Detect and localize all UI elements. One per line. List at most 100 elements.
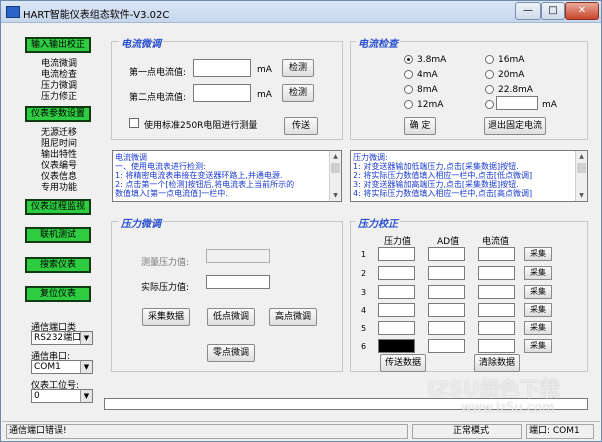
row-number: 6	[361, 342, 367, 351]
search-instrument-button[interactable]: 搜索仪表	[25, 257, 91, 273]
row-collect-button[interactable]: 采集	[524, 266, 552, 280]
row-collect-button[interactable]: 采集	[524, 321, 552, 335]
current-cell[interactable]	[478, 321, 515, 335]
send-data-button[interactable]: 传送数据	[380, 354, 426, 372]
chevron-down-icon[interactable]: ▼	[80, 332, 92, 344]
exit-fixed-current-button[interactable]: 退出固定电流	[484, 117, 546, 135]
scroll-up-icon[interactable]: ▲	[330, 151, 341, 162]
pressure-cell[interactable]	[378, 247, 415, 261]
sidebar-item-output-characteristic[interactable]: 输出特性	[41, 150, 77, 161]
collect-data-button[interactable]: 采集数据	[142, 308, 190, 326]
help-line: 一、使用电流表进行检测:	[115, 162, 206, 171]
help-scrollbar[interactable]: ▲ ▼	[575, 151, 587, 201]
point2-label: 第二点电流值:	[129, 93, 187, 103]
io-calibration-button[interactable]: 输入输出校正	[25, 37, 91, 53]
scroll-thumb[interactable]	[577, 163, 586, 173]
radio-16ma[interactable]	[485, 55, 494, 64]
ad-cell[interactable]	[428, 247, 465, 261]
confirm-button[interactable]: 确 定	[404, 117, 436, 135]
point2-detect-button[interactable]: 检测	[282, 84, 314, 102]
sidebar-item-pressure-correct[interactable]: 压力修正	[41, 92, 77, 103]
pressure-cell[interactable]	[378, 285, 415, 299]
minimize-button[interactable]: —	[515, 2, 541, 20]
actual-pressure-label: 实际压力值:	[141, 283, 190, 293]
help-line: 数值填入[第一点电流值]一栏中.	[115, 189, 228, 198]
col-ad-header: AD值	[437, 237, 460, 247]
custom-current-input[interactable]	[496, 96, 538, 110]
row-number: 2	[361, 269, 367, 278]
sidebar-item-damping-time[interactable]: 阻尼时间	[41, 139, 77, 150]
resistor-checkbox[interactable]	[129, 118, 139, 128]
radio-20ma[interactable]	[485, 70, 494, 79]
row-collect-button[interactable]: 采集	[524, 303, 552, 317]
zero-trim-button[interactable]: 零点微调	[207, 344, 255, 362]
radio-16ma-label: 16mA	[498, 55, 525, 65]
ad-cell[interactable]	[428, 303, 465, 317]
pressure-cell[interactable]	[378, 339, 415, 353]
ad-cell[interactable]	[428, 321, 465, 335]
radio-4ma[interactable]	[404, 70, 413, 79]
radio-8ma-label: 8mA	[417, 85, 438, 95]
serial-port-select[interactable]: COM1 ▼	[31, 360, 93, 374]
sidebar-item-instrument-info[interactable]: 仪表信息	[41, 172, 77, 183]
radio-custom[interactable]	[485, 100, 494, 109]
port-type-select[interactable]: RS232端口 ▼	[31, 331, 93, 345]
window-title: HART智能仪表组态软件-V3.02C	[23, 10, 170, 21]
row-number: 3	[361, 288, 367, 297]
sidebar-item-current-trim[interactable]: 电流微调	[41, 59, 77, 70]
radio-3-8ma[interactable]	[404, 55, 413, 64]
actual-pressure-input[interactable]	[206, 275, 270, 289]
app-window: HART智能仪表组态软件-V3.02C — □ ✕ 输入输出校正 电流微调 电流…	[0, 0, 602, 442]
current-trim-help-text: 电流微调 一、使用电流表进行检测: 1: 将精密电流表串接在变送器环路上,并通电…	[112, 150, 342, 202]
sidebar-item-pressure-trim[interactable]: 压力微调	[41, 81, 77, 92]
reset-instrument-button[interactable]: 复位仪表	[25, 286, 91, 302]
point2-input[interactable]	[193, 84, 251, 102]
radio-12ma-label: 12mA	[417, 100, 444, 110]
ad-cell[interactable]	[428, 339, 465, 353]
low-trim-button[interactable]: 低点微调	[207, 308, 255, 326]
app-icon	[6, 6, 20, 18]
radio-12ma[interactable]	[404, 100, 413, 109]
station-number-select[interactable]: 0 ▼	[31, 389, 93, 403]
sidebar-item-special-function[interactable]: 专用功能	[41, 183, 77, 194]
chevron-down-icon[interactable]: ▼	[80, 361, 92, 373]
current-cell[interactable]	[478, 285, 515, 299]
scroll-thumb[interactable]	[331, 163, 340, 173]
point1-detect-button[interactable]: 检测	[282, 59, 314, 77]
sidebar-item-current-check[interactable]: 电流检查	[41, 70, 77, 81]
radio-8ma[interactable]	[404, 85, 413, 94]
row-collect-button[interactable]: 采集	[524, 285, 552, 299]
help-line: 3: 对变送器输加高端压力,点击[采集数据]按钮.	[353, 180, 519, 189]
current-cell[interactable]	[478, 266, 515, 280]
clear-data-button[interactable]: 清除数据	[474, 354, 520, 372]
online-test-button[interactable]: 联机测试	[25, 227, 91, 243]
current-cell[interactable]	[478, 247, 515, 261]
close-button[interactable]: ✕	[565, 2, 599, 20]
high-trim-button[interactable]: 高点微调	[269, 308, 317, 326]
chevron-down-icon[interactable]: ▼	[80, 390, 92, 402]
sidebar-item-passive-migration[interactable]: 无源迁移	[41, 128, 77, 139]
current-cell[interactable]	[478, 339, 515, 353]
pressure-cell[interactable]	[378, 321, 415, 335]
current-cell[interactable]	[478, 303, 515, 317]
send-button[interactable]: 传送	[284, 117, 318, 135]
process-monitor-button[interactable]: 仪表过程监视	[25, 199, 91, 215]
scroll-down-icon[interactable]: ▼	[576, 190, 587, 201]
row-collect-button[interactable]: 采集	[524, 247, 552, 261]
point1-input[interactable]	[193, 59, 251, 77]
point1-label: 第一点电流值:	[129, 68, 187, 78]
sidebar-item-instrument-number[interactable]: 仪表编号	[41, 161, 77, 172]
row-number: 5	[361, 324, 367, 333]
pressure-cell[interactable]	[378, 303, 415, 317]
row-collect-button[interactable]: 采集	[524, 339, 552, 353]
param-settings-button[interactable]: 仪表参数设置	[25, 106, 91, 122]
measured-pressure-label: 测量压力值:	[141, 258, 190, 268]
radio-22-8ma[interactable]	[485, 85, 494, 94]
maximize-button[interactable]: □	[541, 2, 565, 20]
ad-cell[interactable]	[428, 266, 465, 280]
ad-cell[interactable]	[428, 285, 465, 299]
scroll-up-icon[interactable]: ▲	[576, 151, 587, 162]
pressure-cell[interactable]	[378, 266, 415, 280]
help-scrollbar[interactable]: ▲ ▼	[329, 151, 341, 201]
scroll-down-icon[interactable]: ▼	[330, 190, 341, 201]
